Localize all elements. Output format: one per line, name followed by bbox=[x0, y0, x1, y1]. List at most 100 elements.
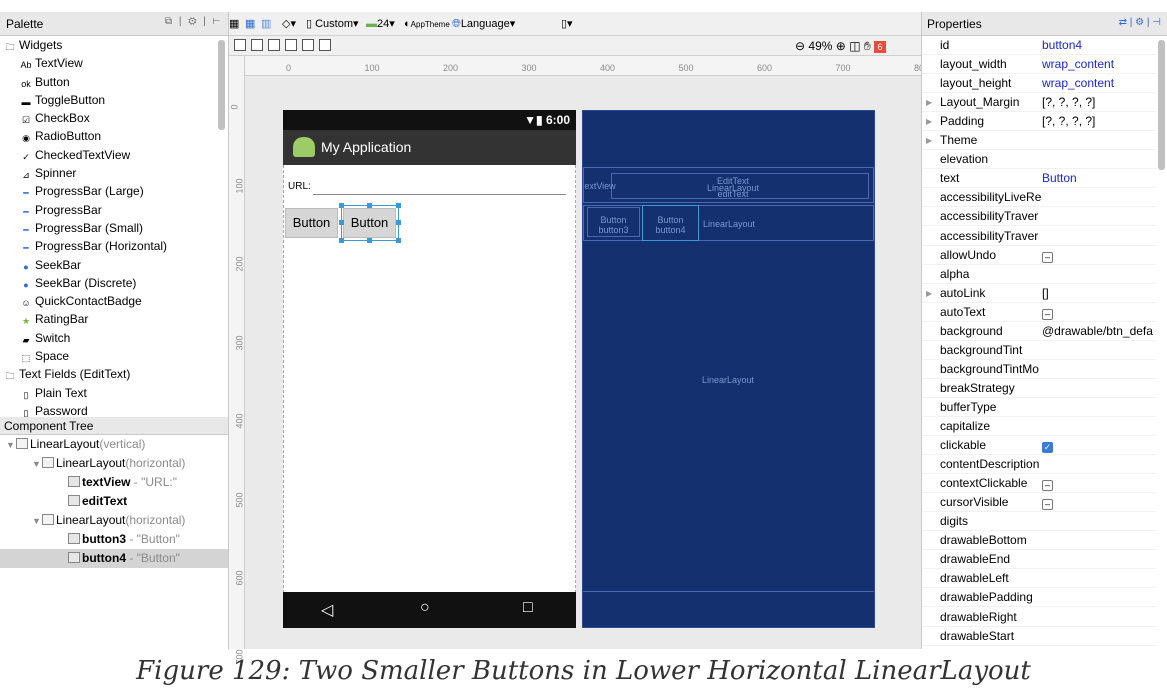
palette-item[interactable]: ✓ CheckedTextView bbox=[0, 146, 219, 164]
property-row[interactable]: layout_height wrap_content bbox=[922, 74, 1156, 94]
property-row[interactable]: ▶ Layout_Margin [?, ?, ?, ?] bbox=[922, 93, 1156, 113]
clear-icon[interactable] bbox=[285, 39, 297, 51]
tree-row[interactable]: button3 - "Button" bbox=[0, 530, 228, 549]
property-row[interactable]: ▶ Theme bbox=[922, 131, 1156, 151]
property-row[interactable]: accessibilityTraver bbox=[922, 227, 1156, 246]
pack-icon[interactable] bbox=[251, 39, 263, 51]
properties-tools[interactable]: ⇄ | ⚙ | ⊣ bbox=[1119, 17, 1161, 28]
resize-handle[interactable] bbox=[367, 238, 372, 243]
palette-item[interactable]: ▬ ToggleButton bbox=[0, 91, 219, 109]
palette-item[interactable]: Ab TextView bbox=[0, 54, 219, 72]
sum-icon[interactable] bbox=[268, 39, 280, 51]
property-row[interactable]: text Button bbox=[922, 169, 1156, 189]
property-value[interactable]: – bbox=[1042, 474, 1156, 493]
zoom-fit-icon[interactable]: ◫ bbox=[849, 39, 860, 53]
zoom-out-icon[interactable]: ⊖ bbox=[795, 39, 805, 53]
palette-item[interactable]: ● SeekBar bbox=[0, 256, 219, 274]
property-value[interactable]: [?, ?, ?, ?] bbox=[1042, 112, 1156, 131]
expand-arrow-icon[interactable]: ▶ bbox=[926, 93, 932, 112]
property-value[interactable]: wrap_content bbox=[1042, 55, 1156, 74]
property-row[interactable]: elevation bbox=[922, 150, 1156, 170]
palette-item[interactable]: ok Button bbox=[0, 73, 219, 91]
resize-handle[interactable] bbox=[396, 203, 401, 208]
layout-tools[interactable] bbox=[234, 34, 336, 58]
error-badge[interactable]: 6 bbox=[874, 41, 887, 53]
palette-item[interactable]: ━ ProgressBar (Large) bbox=[0, 182, 219, 200]
property-row[interactable]: breakStrategy bbox=[922, 379, 1156, 398]
palette-item[interactable]: 🗀︎ Text Fields (EditText) bbox=[0, 365, 219, 383]
palette-item[interactable]: ● SeekBar (Discrete) bbox=[0, 274, 219, 292]
pan-hand-icon[interactable]: ✋︎ bbox=[864, 39, 871, 53]
home-icon[interactable]: ○ bbox=[420, 599, 430, 617]
back-icon[interactable]: ◁ bbox=[321, 600, 333, 620]
property-value[interactable]: [] bbox=[1042, 284, 1156, 303]
property-row[interactable]: layout_width wrap_content bbox=[922, 55, 1156, 75]
unset-checkbox-icon[interactable]: – bbox=[1042, 480, 1053, 492]
property-row[interactable]: clickable ✓ bbox=[922, 436, 1156, 456]
url-label[interactable]: URL: bbox=[288, 181, 311, 192]
property-row[interactable]: background @drawable/btn_defa bbox=[922, 322, 1156, 341]
property-row[interactable]: alpha bbox=[922, 265, 1156, 284]
palette-item[interactable]: ━ ProgressBar bbox=[0, 201, 219, 219]
api-dropdown[interactable]: ▬24▾ bbox=[366, 12, 395, 36]
tree-row[interactable]: editText bbox=[0, 492, 228, 511]
property-row[interactable]: backgroundTint bbox=[922, 341, 1156, 360]
property-row[interactable]: cursorVisible – bbox=[922, 493, 1156, 513]
palette-item[interactable]: ◉ RadioButton bbox=[0, 127, 219, 145]
properties-scrollbar[interactable] bbox=[1158, 40, 1165, 170]
palette-item[interactable]: ━ ProgressBar (Small) bbox=[0, 219, 219, 237]
expand-horizontal-icon[interactable] bbox=[302, 39, 314, 51]
property-value[interactable]: @drawable/btn_defa bbox=[1042, 322, 1156, 341]
resize-handle[interactable] bbox=[339, 238, 344, 243]
property-value[interactable]: – bbox=[1042, 493, 1156, 512]
property-row[interactable]: drawableStart bbox=[922, 627, 1156, 646]
palette-scrollbar[interactable] bbox=[218, 40, 225, 130]
property-row[interactable]: ▶ Padding [?, ?, ?, ?] bbox=[922, 112, 1156, 132]
property-value[interactable]: ✓ bbox=[1042, 436, 1156, 455]
property-row[interactable]: contentDescription bbox=[922, 455, 1156, 475]
url-edittext[interactable] bbox=[313, 193, 566, 195]
recents-icon[interactable]: □ bbox=[523, 599, 533, 617]
palette-tools[interactable]: ⧉ | ⚙ | ⊢ bbox=[165, 16, 222, 27]
expand-arrow-icon[interactable]: ▶ bbox=[926, 112, 932, 131]
palette-item[interactable]: 🗀︎ Widgets bbox=[0, 36, 219, 54]
property-value[interactable]: button4 bbox=[1042, 36, 1156, 55]
tree-row[interactable]: textView - "URL:" bbox=[0, 473, 228, 492]
property-row[interactable]: id button4 bbox=[922, 36, 1156, 55]
unset-checkbox-icon[interactable]: – bbox=[1042, 308, 1053, 320]
device-frame-icon[interactable]: ▯▾ bbox=[561, 12, 573, 36]
property-row[interactable]: drawableRight bbox=[922, 608, 1156, 627]
language-dropdown[interactable]: 🌐︎Language▾ bbox=[452, 12, 515, 36]
design-mode-icon[interactable]: ▦ bbox=[229, 12, 239, 36]
palette-item[interactable]: ⊿ Spinner bbox=[0, 164, 219, 182]
property-row[interactable]: accessibilityTraver bbox=[922, 207, 1156, 227]
tree-row[interactable]: ▼ LinearLayout(horizontal) bbox=[0, 511, 228, 530]
palette-item[interactable]: ▰ Switch bbox=[0, 329, 219, 347]
palette-item[interactable]: ☺ QuickContactBadge bbox=[0, 292, 219, 310]
expand-arrow-icon[interactable]: ▼ bbox=[6, 436, 16, 455]
property-row[interactable]: digits bbox=[922, 512, 1156, 532]
resize-handle[interactable] bbox=[367, 203, 372, 208]
resize-handle[interactable] bbox=[339, 220, 344, 225]
property-row[interactable]: capitalize bbox=[922, 417, 1156, 436]
property-value[interactable]: – bbox=[1042, 246, 1156, 265]
resize-handle[interactable] bbox=[339, 203, 344, 208]
zoom-in-icon[interactable]: ⊕ bbox=[836, 39, 846, 53]
property-value[interactable]: Button bbox=[1042, 169, 1156, 188]
property-row[interactable]: drawableBottom bbox=[922, 531, 1156, 551]
tree-row[interactable]: ▼ LinearLayout(horizontal) bbox=[0, 454, 228, 473]
property-row[interactable]: drawableEnd bbox=[922, 550, 1156, 570]
property-row[interactable]: autoText – bbox=[922, 303, 1156, 322]
orientation-icon[interactable]: ◇▾ bbox=[282, 12, 296, 36]
property-value[interactable]: – bbox=[1042, 303, 1156, 322]
property-row[interactable]: bufferType bbox=[922, 398, 1156, 417]
expand-arrow-icon[interactable]: ▶ bbox=[926, 284, 932, 303]
property-row[interactable]: accessibilityLiveRe bbox=[922, 188, 1156, 208]
button3[interactable]: Button bbox=[285, 208, 338, 238]
palette-item[interactable]: ⬚ Space bbox=[0, 347, 219, 365]
property-value[interactable]: [?, ?, ?, ?] bbox=[1042, 93, 1156, 112]
property-value[interactable]: wrap_content bbox=[1042, 74, 1156, 93]
checked-checkbox-icon[interactable]: ✓ bbox=[1042, 442, 1053, 454]
expand-arrow-icon[interactable]: ▼ bbox=[32, 455, 42, 474]
expand-arrow-icon[interactable]: ▼ bbox=[32, 512, 42, 531]
